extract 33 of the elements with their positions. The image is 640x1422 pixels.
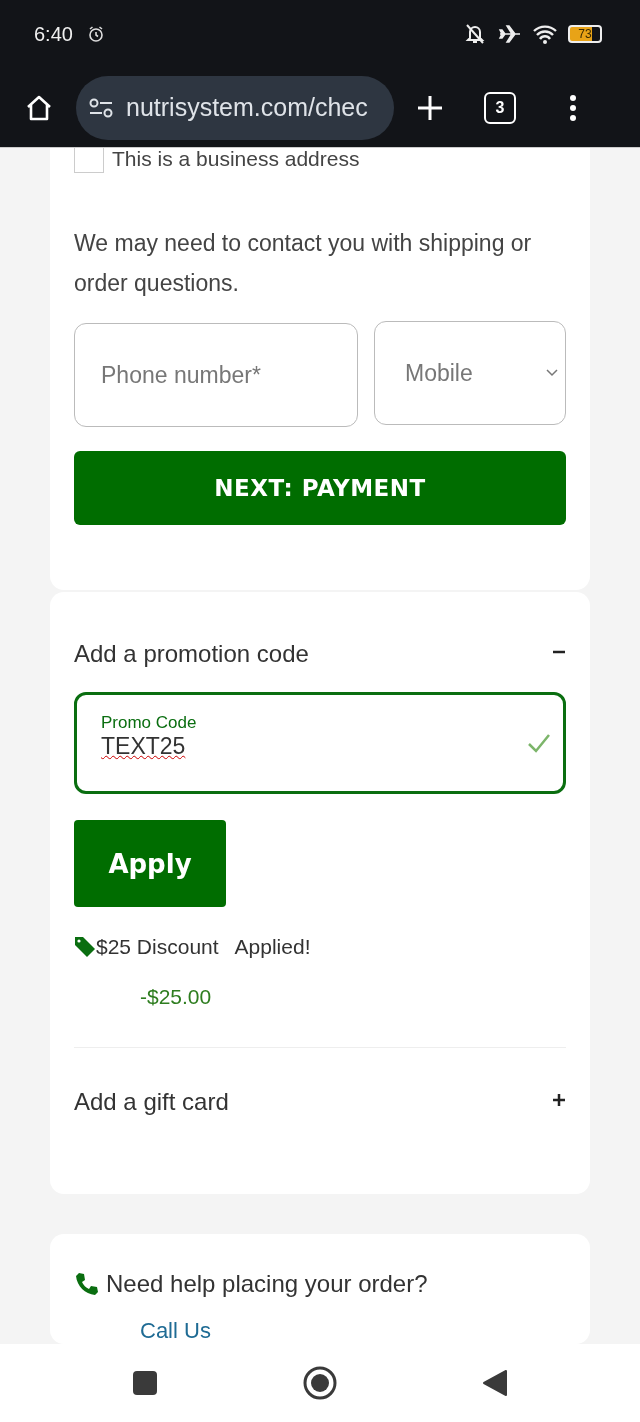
- phone-icon: [74, 1271, 100, 1297]
- business-checkbox[interactable]: [74, 148, 104, 173]
- checkbox-label: This is a business address: [112, 148, 360, 171]
- back-icon[interactable]: [481, 1369, 508, 1397]
- promo-heading[interactable]: Add a promotion code: [74, 640, 309, 668]
- phone-field[interactable]: Phone number*: [74, 323, 358, 427]
- help-text: Need help placing your order?: [106, 1270, 428, 1298]
- more-options-icon[interactable]: [568, 93, 578, 122]
- url-text: nutrisystem.com/chec: [126, 93, 368, 122]
- home-button-icon[interactable]: [303, 1366, 337, 1400]
- alarm-icon: [86, 25, 105, 43]
- airplane-icon: [498, 23, 522, 45]
- tag-icon: [74, 936, 96, 958]
- gift-card-heading[interactable]: Add a gift card: [74, 1088, 229, 1116]
- promo-code-field[interactable]: Promo Code TEXT25: [74, 692, 566, 794]
- wifi-icon: [532, 23, 558, 45]
- recent-apps-icon[interactable]: [132, 1370, 159, 1396]
- new-tab-icon[interactable]: [416, 93, 444, 122]
- check-icon: [527, 732, 551, 754]
- phone-type-select[interactable]: Mobile: [374, 321, 566, 425]
- discount-label: $25 Discount: [96, 935, 219, 959]
- battery-level: 73: [578, 27, 592, 41]
- next-payment-button[interactable]: NEXT: PAYMENT: [74, 451, 566, 525]
- tab-count-button[interactable]: 3: [484, 91, 516, 124]
- address-bar[interactable]: nutrisystem.com/chec: [76, 75, 394, 140]
- status-time: 6:40: [34, 22, 73, 46]
- contact-note: We may need to contact you with shipping or order questions.: [74, 229, 533, 298]
- applied-text: Applied!: [234, 935, 311, 959]
- chevron-down-icon: [545, 368, 559, 378]
- site-settings-icon[interactable]: [88, 96, 114, 119]
- call-us-link[interactable]: Call Us: [140, 1318, 211, 1344]
- apply-button[interactable]: Apply: [74, 820, 226, 907]
- discount-amount: -$25.00: [140, 985, 213, 1009]
